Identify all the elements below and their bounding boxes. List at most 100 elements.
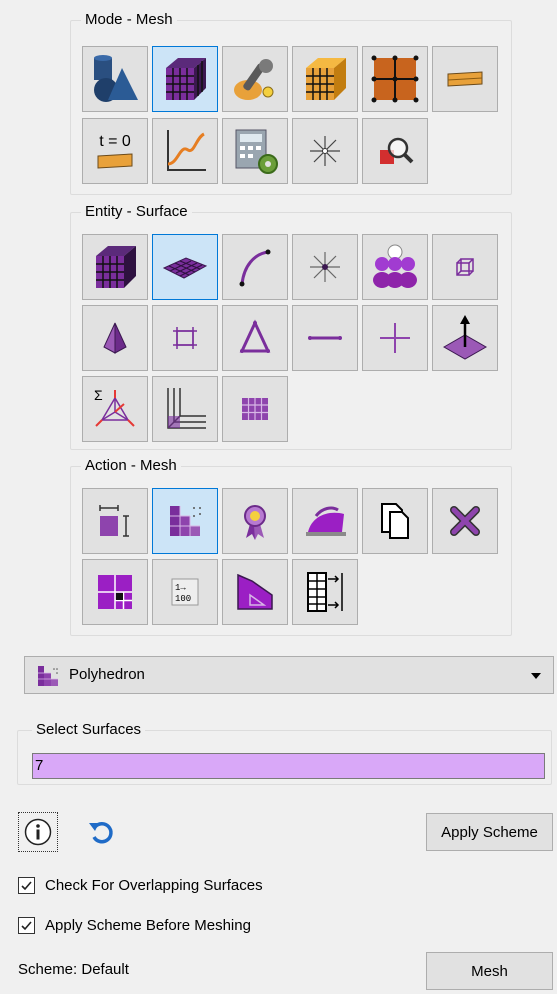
quad-element-icon [173, 327, 197, 349]
apply-before-meshing-checkbox[interactable]: Apply Scheme Before Meshing [18, 917, 251, 934]
smooth-iron-icon [306, 506, 346, 536]
mode-magnify-button[interactable] [362, 118, 428, 184]
mode-mesh-button[interactable] [152, 46, 218, 112]
mode-grid-button[interactable] [362, 46, 428, 112]
check-overlapping-box[interactable] [18, 877, 35, 894]
info-button[interactable] [18, 812, 58, 852]
hex-element-icon [456, 258, 474, 276]
action-refine-button[interactable] [82, 559, 148, 625]
magnify-icon [380, 137, 414, 164]
geometry-icon [94, 55, 138, 102]
action-smooth-button[interactable] [292, 488, 358, 554]
entity-tri-button[interactable] [222, 305, 288, 371]
renumber-top-text: 1→ [175, 583, 186, 593]
entity-surface-title: Entity - Surface [81, 203, 192, 221]
tri-element-icon [239, 319, 271, 353]
info-icon [24, 818, 52, 846]
scheme-status-label: Scheme: Default [18, 961, 129, 978]
entity-face-grid-button[interactable] [222, 376, 288, 442]
mode-graph-button[interactable] [152, 118, 218, 184]
interval-icon [99, 505, 129, 537]
entity-curve-button[interactable] [222, 234, 288, 300]
mode-calculator-button[interactable] [222, 118, 288, 184]
mode-starburst-button[interactable] [292, 118, 358, 184]
entity-normal-button[interactable] [432, 305, 498, 371]
entity-tet-button[interactable] [82, 305, 148, 371]
scheme-dropdown-value: Polyhedron [69, 666, 145, 683]
entity-edge-button[interactable] [292, 305, 358, 371]
action-delete-button[interactable] [432, 488, 498, 554]
polyhedron-scheme-icon [38, 666, 58, 686]
sizing-function-icon [237, 573, 273, 610]
check-overlapping-checkbox[interactable]: Check For Overlapping Surfaces [18, 877, 263, 894]
face-grid-icon [242, 398, 268, 420]
check-overlapping-label: Check For Overlapping Surfaces [45, 877, 263, 894]
action-sizing-button[interactable] [222, 559, 288, 625]
apply-scheme-button[interactable]: Apply Scheme [426, 813, 553, 851]
boundary-layer-icon [167, 388, 206, 429]
apply-before-meshing-label: Apply Scheme Before Meshing [45, 917, 251, 934]
time-zero-text: t = 0 [99, 133, 131, 150]
entity-vertex-button[interactable] [292, 234, 358, 300]
chevron-down-icon [531, 673, 541, 679]
delete-mesh-icon [450, 506, 480, 536]
action-scheme-button[interactable] [152, 488, 218, 554]
bar-element-icon [447, 71, 483, 87]
svg-text:Σ: Σ [94, 387, 103, 403]
curve-icon [239, 249, 271, 287]
grid-nodes-icon [371, 55, 419, 103]
mode-orange-mesh-button[interactable] [292, 46, 358, 112]
mesh-button[interactable]: Mesh [426, 952, 553, 990]
apply-scheme-label: Apply Scheme [441, 823, 538, 841]
edge-element-icon [308, 336, 342, 340]
star-burst-icon [310, 136, 340, 166]
select-surfaces-input[interactable]: 7 [32, 753, 545, 779]
matching-intervals-icon [307, 572, 343, 612]
entity-sum-button[interactable]: Σ [82, 376, 148, 442]
entity-quad-button[interactable] [152, 305, 218, 371]
node-element-icon [380, 323, 410, 353]
mode-time-button[interactable]: t = 0 [82, 118, 148, 184]
group-icon [373, 244, 417, 288]
time-zero-icon: t = 0 [97, 133, 133, 169]
mode-geometry-button[interactable] [82, 46, 148, 112]
action-quality-button[interactable] [222, 488, 288, 554]
tools-icon [234, 59, 274, 100]
mesh-cube-icon [166, 58, 206, 100]
action-mesh-title: Action - Mesh [81, 457, 181, 475]
vertex-star-icon [310, 252, 340, 282]
graph-icon [167, 130, 206, 171]
surface-icon [162, 257, 208, 279]
renumber-bottom-text: 100 [175, 594, 191, 604]
reset-button[interactable] [86, 816, 116, 846]
entity-node-button[interactable] [362, 305, 428, 371]
entity-boundary-button[interactable] [152, 376, 218, 442]
checkmark-icon [21, 921, 32, 931]
action-matching-button[interactable] [292, 559, 358, 625]
scheme-icon [170, 506, 201, 536]
surface-normal-icon [442, 315, 488, 360]
undo-arrow-icon [89, 822, 113, 844]
volume-mesh-icon [96, 246, 136, 288]
mode-tools-button[interactable] [222, 46, 288, 112]
action-interval-button[interactable] [82, 488, 148, 554]
select-surfaces-group: Select Surfaces 7 [17, 721, 552, 785]
mode-bar-button[interactable] [432, 46, 498, 112]
entity-volume-button[interactable] [82, 234, 148, 300]
quality-ribbon-icon [244, 505, 266, 540]
scheme-dropdown[interactable]: Polyhedron [24, 656, 554, 694]
entity-group-button[interactable] [362, 234, 428, 300]
action-renumber-button[interactable]: 1→ 100 [152, 559, 218, 625]
tet-element-icon [103, 322, 127, 354]
action-copy-button[interactable] [362, 488, 428, 554]
entity-hex-button[interactable] [432, 234, 498, 300]
apply-before-meshing-box[interactable] [18, 917, 35, 934]
copy-mesh-icon [381, 503, 409, 539]
mesh-button-label: Mesh [471, 962, 508, 980]
renumber-icon: 1→ 100 [171, 578, 199, 606]
mode-mesh-title: Mode - Mesh [81, 11, 177, 29]
refine-icon [98, 575, 132, 609]
calculator-gear-icon [235, 129, 278, 174]
orange-mesh-cube-icon [306, 58, 346, 100]
entity-surface-button[interactable] [152, 234, 218, 300]
